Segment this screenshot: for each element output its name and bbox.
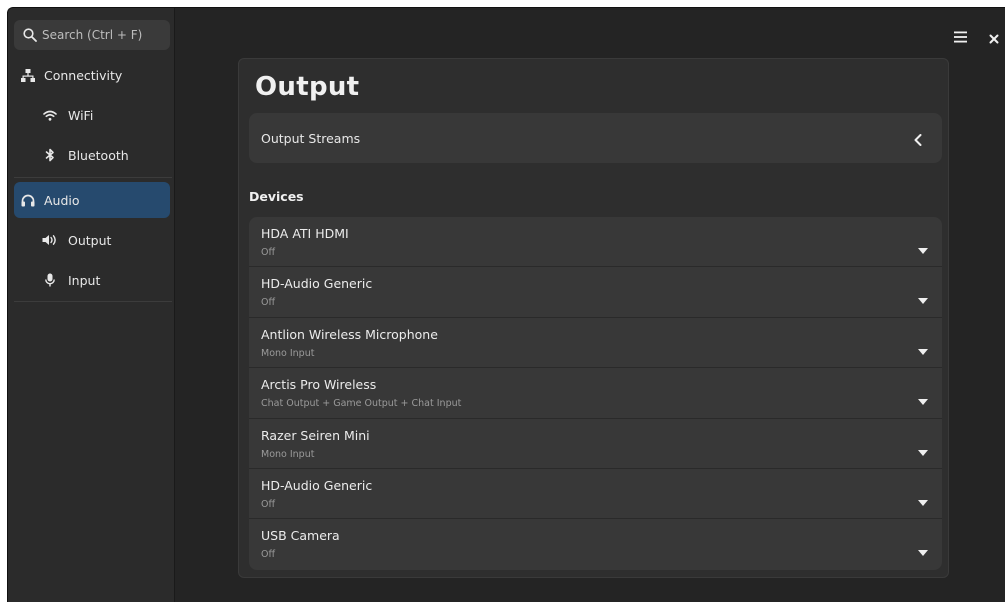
device-row-hd-audio-generic-2[interactable]: HD-Audio Generic Off (249, 469, 942, 520)
device-name: Antlion Wireless Microphone (261, 326, 438, 342)
device-row-hda-ati-hdmi[interactable]: HDA ATI HDMI Off (249, 217, 942, 268)
device-name: HDA ATI HDMI (261, 226, 349, 241)
device-status: Off (261, 549, 276, 561)
output-panel: Output Output Streams Devices HDA ATI HD… (238, 58, 949, 578)
device-status: Off (261, 498, 276, 510)
sidebar-item-audio[interactable]: Audio (14, 182, 170, 218)
sidebar-item-label: Connectivity (44, 67, 123, 83)
devices-heading: Devices (249, 189, 304, 204)
device-name: Razer Seiren Mini (261, 427, 370, 443)
caret-down-icon[interactable] (918, 390, 928, 409)
device-row-razer-seiren-mini[interactable]: Razer Seiren Mini Mono Input (249, 419, 942, 469)
search-icon (23, 28, 37, 42)
device-row-hd-audio-generic[interactable]: HD-Audio Generic Off (249, 267, 942, 318)
sidebar-item-input[interactable]: Input (14, 262, 170, 298)
device-row-usb-camera[interactable]: USB Camera Off (249, 519, 942, 569)
chevron-left-icon (914, 131, 922, 150)
device-status: Chat Output + Game Output + Chat Input (261, 398, 462, 410)
output-streams-label: Output Streams (261, 130, 361, 146)
sidebar-item-connectivity[interactable]: Connectivity (14, 57, 170, 93)
caret-down-icon[interactable] (918, 541, 928, 560)
page-title: Output (255, 72, 360, 102)
caret-down-icon[interactable] (918, 340, 928, 359)
caret-down-icon[interactable] (918, 239, 928, 258)
devices-list: HDA ATI HDMI Off HD-Audio Generic Off An… (249, 217, 942, 570)
microphone-icon (42, 272, 58, 288)
network-icon (20, 67, 36, 83)
sidebar-item-label: Output (68, 232, 112, 248)
wifi-icon (42, 107, 58, 123)
bluetooth-icon (42, 147, 58, 163)
device-status: Off (261, 247, 276, 258)
search-box[interactable] (14, 20, 170, 50)
sidebar-item-bluetooth[interactable]: Bluetooth (14, 137, 170, 173)
device-status: Mono Input (261, 347, 315, 359)
sidebar-item-label: Audio (44, 192, 80, 208)
search-input[interactable] (42, 28, 162, 42)
output-streams-row[interactable]: Output Streams (249, 113, 942, 163)
speaker-icon (42, 232, 58, 248)
hamburger-icon[interactable] (954, 28, 968, 43)
close-icon[interactable] (989, 29, 999, 44)
sidebar-divider (14, 301, 172, 302)
sidebar-item-label: WiFi (68, 107, 94, 123)
device-name: HD-Audio Generic (261, 477, 373, 493)
sidebar-item-label: Input (68, 272, 101, 288)
app-window: Connectivity WiFi Bluetooth (7, 7, 1005, 602)
sidebar-item-wifi[interactable]: WiFi (14, 97, 170, 133)
device-name: HD-Audio Generic (261, 276, 373, 292)
device-name: Arctis Pro Wireless (261, 377, 377, 393)
sidebar-item-output[interactable]: Output (14, 222, 170, 258)
sidebar-item-label: Bluetooth (68, 147, 129, 163)
device-row-arctis-pro-wireless[interactable]: Arctis Pro Wireless Chat Output + Game O… (249, 368, 942, 419)
sidebar-divider (14, 177, 172, 178)
device-status: Off (261, 297, 276, 309)
headphones-icon (20, 192, 36, 208)
sidebar: Connectivity WiFi Bluetooth (8, 8, 175, 602)
device-status: Mono Input (261, 448, 315, 460)
device-name: USB Camera (261, 528, 340, 544)
caret-down-icon[interactable] (918, 289, 928, 308)
caret-down-icon[interactable] (918, 441, 928, 460)
caret-down-icon[interactable] (918, 491, 928, 510)
device-row-antlion-wireless-microphone[interactable]: Antlion Wireless Microphone Mono Input (249, 318, 942, 369)
